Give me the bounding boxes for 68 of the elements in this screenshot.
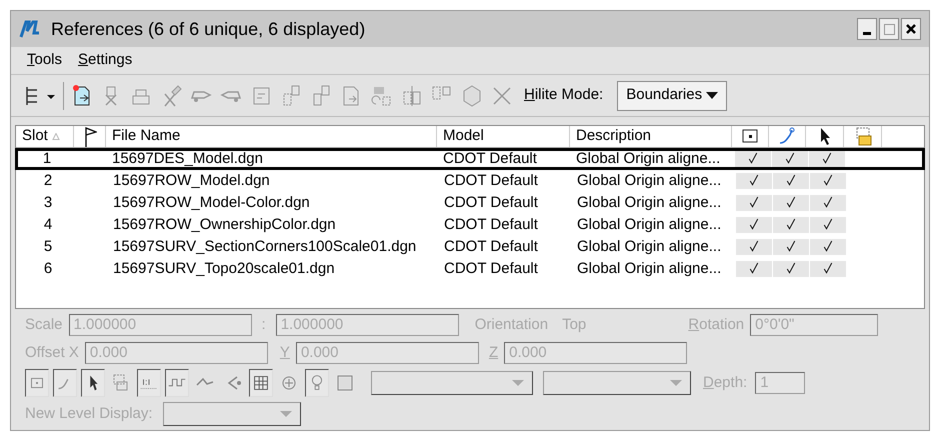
flag-icon[interactable] [82, 124, 96, 148]
table-cell-text: Global Origin aligne... [576, 192, 722, 213]
caret-icon [280, 411, 292, 417]
table-cell-text: 6 [42, 258, 54, 279]
table-cell-text: Global Origin aligne... [576, 214, 722, 235]
scale-label: Scale [25, 315, 63, 335]
menu-item[interactable]: Settings [78, 49, 132, 72]
new-level-display-dropdown[interactable] [162, 402, 301, 426]
table-cell-text: 15697SURV_SectionCorners100Scale01.dgn [112, 236, 418, 257]
table-cell-text: 15697DES_Model.dgn [111, 148, 264, 169]
sort-icon [52, 133, 60, 140]
table-cell-text: 5 [42, 236, 54, 257]
caret-icon [706, 92, 718, 99]
close-icon [906, 24, 916, 34]
depth-label: Depth: [703, 372, 748, 393]
display-toggle-icon[interactable] [25, 369, 49, 397]
level-dropdown[interactable] [371, 371, 533, 395]
table-row[interactable]: 2 15697ROW_Model.dgn CDOT Default Global Origin aligne... [16, 170, 924, 192]
y-label: Y [280, 342, 290, 362]
column-header[interactable]: Model [437, 126, 570, 147]
menu-item[interactable]: Tools [27, 49, 62, 72]
table-cell-text: CDOT Default [443, 258, 539, 279]
table-cell-text: Global Origin aligne... [575, 148, 722, 169]
column-header[interactable]: File Name [106, 126, 437, 147]
table-row[interactable]: 1 15697DES_Model.dgn CDOT Default Global Origin aligne... [15, 148, 925, 170]
minimize-button[interactable] [857, 18, 877, 40]
z-label: Z [488, 342, 498, 362]
table-cell-text: 15697ROW_Model-Color.dgn [112, 192, 311, 213]
table-cell-text: Global Origin aligne... [576, 170, 722, 191]
table-cell-text: 1 [42, 148, 52, 169]
column-header[interactable]: Description [570, 126, 732, 147]
close-button[interactable] [901, 18, 921, 40]
table-cell-text: CDOT Default [443, 192, 539, 213]
table-cell-text: 15697ROW_OwnershipColor.dgn [112, 214, 337, 235]
caret-icon [670, 380, 682, 386]
table-cell-text: 15697ROW_Model.dgn [112, 170, 271, 191]
column-header[interactable]: Slot [16, 126, 74, 147]
new-level-display-label: New Level Display: [25, 404, 153, 424]
table-cell-text: Global Origin aligne... [576, 236, 722, 257]
level-dropdown[interactable] [543, 371, 691, 395]
table-row[interactable]: 4 15697ROW_OwnershipColor.dgn CDOT Default Global Origin aligne... [16, 214, 924, 236]
orientation-label: Orientation [474, 315, 548, 335]
grid-icon[interactable] [249, 369, 273, 397]
table-cell-text: Global Origin aligne... [576, 258, 722, 279]
locate-toggle-icon[interactable] [81, 369, 105, 397]
table-cell-text: CDOT Default [443, 214, 539, 235]
true-scale-icon[interactable] [137, 369, 161, 397]
table-row[interactable]: 3 15697ROW_Model-Color.dgn CDOT Default Global Origin aligne... [16, 192, 924, 214]
table-cell-text: CDOT Default [443, 236, 539, 257]
hilite-mode-label: Hilite Mode: [524, 85, 604, 106]
table-cell-text: 3 [42, 192, 54, 213]
rotation-label: Rotation [688, 315, 744, 335]
lightbulb-icon[interactable] [305, 369, 329, 397]
hilite-mode-dropdown[interactable]: Boundaries [617, 80, 728, 110]
table-cell-text: 15697SURV_Topo20scale01.dgn [112, 258, 336, 279]
table-cell-text: 4 [42, 214, 54, 235]
scale-lines-icon[interactable] [165, 369, 189, 397]
offset-x-label: Offset X [25, 342, 79, 362]
table-row[interactable]: 6 15697SURV_Topo20scale01.dgn CDOT Default Global Origin aligne... [16, 258, 924, 280]
table-cell-text: 2 [42, 170, 54, 191]
table-cell-text: CDOT Default [443, 170, 539, 191]
scale-separator: : [262, 315, 266, 335]
snap-toggle-icon[interactable] [53, 369, 77, 397]
table-cell-text: CDOT Default [442, 148, 538, 169]
table-row[interactable]: 5 15697SURV_SectionCorners100Scale01.dgn CDOT Default Global Origin aligne... [16, 236, 924, 258]
window-title: References (6 of 6 unique, 6 displayed) [51, 18, 366, 41]
caret-icon [512, 380, 524, 386]
orientation-value: Top [562, 315, 586, 335]
